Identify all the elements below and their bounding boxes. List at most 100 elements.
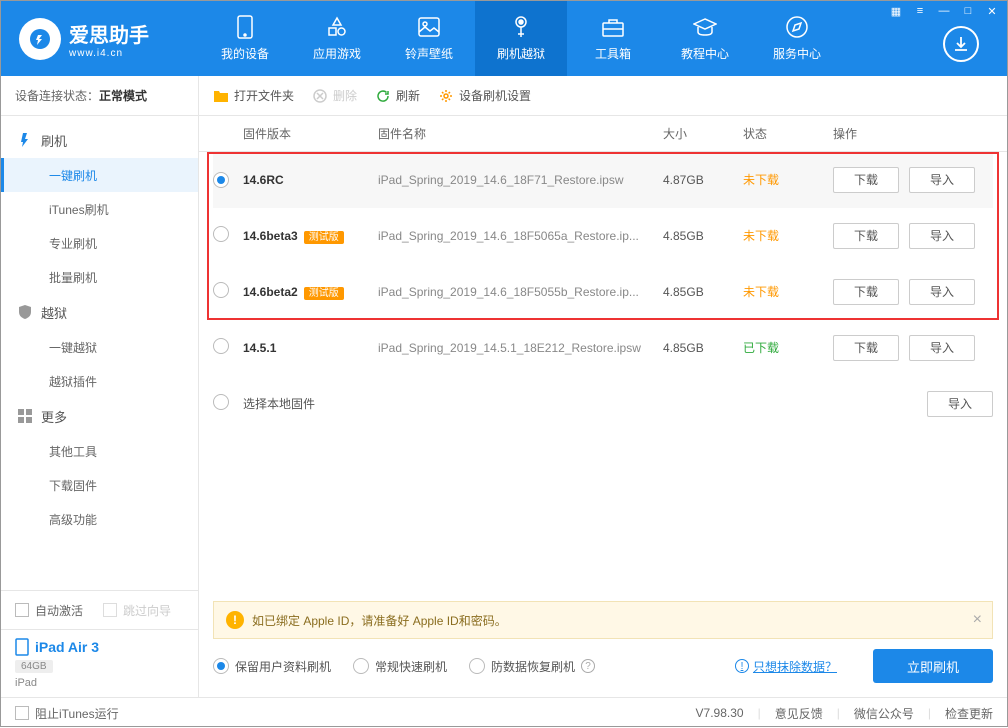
nav-service[interactable]: 服务中心 xyxy=(751,1,843,76)
minimize-icon[interactable]: — xyxy=(937,5,951,18)
nav-flash[interactable]: 刷机越狱 xyxy=(475,1,567,76)
maximize-icon[interactable]: □ xyxy=(961,5,975,18)
cell-state: 未下载 xyxy=(743,283,833,300)
top-nav: 我的设备 应用游戏 铃声壁纸 刷机越狱 工具箱 教程中心 服务中心 xyxy=(199,1,1007,76)
delete-button[interactable]: 删除 xyxy=(312,87,357,104)
radio-keep[interactable] xyxy=(213,658,229,674)
import-local-button[interactable]: 导入 xyxy=(927,391,993,417)
import-button[interactable]: 导入 xyxy=(909,167,975,193)
col-name: 固件名称 xyxy=(378,125,663,142)
auto-activate-row: 自动激活 跳过向导 xyxy=(1,591,198,629)
settings-button[interactable]: 设备刷机设置 xyxy=(438,87,531,104)
mode-fast[interactable]: 常规快速刷机 xyxy=(353,658,447,675)
radio-local[interactable] xyxy=(213,394,229,410)
check-update-link[interactable]: 检查更新 xyxy=(945,705,993,722)
sidebar-item-oneclick[interactable]: 一键刷机 xyxy=(1,158,198,192)
app-site: www.i4.cn xyxy=(69,48,149,59)
sidebar-item-download-fw[interactable]: 下载固件 xyxy=(1,468,198,502)
download-button[interactable]: 下载 xyxy=(833,223,899,249)
col-size: 大小 xyxy=(663,125,743,142)
import-button[interactable]: 导入 xyxy=(909,279,975,305)
auto-activate-checkbox[interactable] xyxy=(15,603,29,617)
sidebar-item-batch[interactable]: 批量刷机 xyxy=(1,260,198,294)
cell-state: 已下载 xyxy=(743,339,833,356)
close-icon[interactable]: ✕ xyxy=(985,5,999,18)
import-button[interactable]: 导入 xyxy=(909,335,975,361)
local-firmware-row: 选择本地固件 导入 xyxy=(213,376,993,432)
sidebar-group-flash[interactable]: 刷机 xyxy=(1,122,198,158)
radio-row[interactable] xyxy=(213,226,229,242)
main-panel: 打开文件夹 删除 刷新 设备刷机设置 固件版本 固件名称 大小 状态 操作 14… xyxy=(199,76,1007,697)
sidebar-item-advanced[interactable]: 高级功能 xyxy=(1,502,198,536)
table-row[interactable]: 14.6beta3测试版iPad_Spring_2019_14.6_18F506… xyxy=(213,208,993,264)
menu-icon[interactable]: ≡ xyxy=(913,5,927,18)
sidebar-item-jb-oneclick[interactable]: 一键越狱 xyxy=(1,330,198,364)
sidebar-group-more[interactable]: 更多 xyxy=(1,398,198,434)
device-info[interactable]: iPad Air 3 64GB iPad xyxy=(1,629,198,697)
help-icon[interactable]: ? xyxy=(581,659,595,673)
grid-icon[interactable]: ▦ xyxy=(889,5,903,18)
table-row[interactable]: 14.5.1iPad_Spring_2019_14.5.1_18E212_Res… xyxy=(213,320,993,376)
radio-fast[interactable] xyxy=(353,658,369,674)
download-button[interactable]: 下载 xyxy=(833,335,899,361)
block-itunes-checkbox[interactable] xyxy=(15,706,29,720)
mode-anti[interactable]: 防数据恢复刷机? xyxy=(469,658,595,675)
more-icon xyxy=(17,408,33,424)
feedback-link[interactable]: 意见反馈 xyxy=(775,705,823,722)
logo-icon xyxy=(19,18,61,60)
sidebar-item-itunes[interactable]: iTunes刷机 xyxy=(1,192,198,226)
table-row[interactable]: 14.6beta2测试版iPad_Spring_2019_14.6_18F505… xyxy=(213,264,993,320)
footer: 阻止iTunes运行 V7.98.30| 意见反馈| 微信公众号| 检查更新 xyxy=(1,697,1007,728)
refresh-icon xyxy=(375,88,391,104)
download-button[interactable]: 下载 xyxy=(833,167,899,193)
flash-icon xyxy=(17,132,33,148)
cell-name: iPad_Spring_2019_14.5.1_18E212_Restore.i… xyxy=(378,341,663,355)
nav-tutorials[interactable]: 教程中心 xyxy=(659,1,751,76)
mode-keep[interactable]: 保留用户资料刷机 xyxy=(213,658,331,675)
download-button[interactable]: 下载 xyxy=(833,279,899,305)
logo[interactable]: 爱思助手 www.i4.cn xyxy=(1,18,199,60)
erase-link[interactable]: !只想抹除数据？ xyxy=(735,658,837,675)
image-icon xyxy=(417,15,441,39)
nav-ringtones[interactable]: 铃声壁纸 xyxy=(383,1,475,76)
radio-row[interactable] xyxy=(213,282,229,298)
apps-icon xyxy=(325,15,349,39)
toolbox-icon xyxy=(601,15,625,39)
col-ops: 操作 xyxy=(833,125,993,142)
radio-row[interactable] xyxy=(213,338,229,354)
header: 爱思助手 www.i4.cn 我的设备 应用游戏 铃声壁纸 刷机越狱 工具箱 教… xyxy=(1,1,1007,76)
sidebar-item-other[interactable]: 其他工具 xyxy=(1,434,198,468)
skip-guide-checkbox[interactable] xyxy=(103,603,117,617)
start-flash-button[interactable]: 立即刷机 xyxy=(873,649,993,683)
gear-icon xyxy=(438,88,454,104)
table-row[interactable]: 14.6RCiPad_Spring_2019_14.6_18F71_Restor… xyxy=(213,152,993,208)
version-label: V7.98.30 xyxy=(696,706,744,720)
download-button[interactable] xyxy=(943,26,979,62)
beta-badge: 测试版 xyxy=(304,287,344,300)
refresh-button[interactable]: 刷新 xyxy=(375,87,420,104)
cell-version: 14.6beta3测试版 xyxy=(243,228,378,243)
sidebar-group-jailbreak[interactable]: 越狱 xyxy=(1,294,198,330)
app-name: 爱思助手 xyxy=(69,19,149,48)
sidebar-item-jb-plugins[interactable]: 越狱插件 xyxy=(1,364,198,398)
import-button[interactable]: 导入 xyxy=(909,223,975,249)
cell-version: 14.5.1 xyxy=(243,341,378,355)
warning-icon: ! xyxy=(226,611,244,629)
open-folder-button[interactable]: 打开文件夹 xyxy=(213,87,294,104)
cell-size: 4.85GB xyxy=(663,229,743,243)
nav-tools[interactable]: 工具箱 xyxy=(567,1,659,76)
window-controls: ▦ ≡ — □ ✕ xyxy=(889,5,999,18)
radio-anti[interactable] xyxy=(469,658,485,674)
radio-row[interactable] xyxy=(213,172,229,188)
sidebar-item-pro[interactable]: 专业刷机 xyxy=(1,226,198,260)
info-icon: ! xyxy=(735,659,749,673)
notice-close-button[interactable]: × xyxy=(973,611,982,629)
nav-my-device[interactable]: 我的设备 xyxy=(199,1,291,76)
cell-name: iPad_Spring_2019_14.6_18F5065a_Restore.i… xyxy=(378,229,663,243)
key-icon xyxy=(509,15,533,39)
compass-icon xyxy=(785,15,809,39)
cell-size: 4.85GB xyxy=(663,285,743,299)
nav-apps[interactable]: 应用游戏 xyxy=(291,1,383,76)
wechat-link[interactable]: 微信公众号 xyxy=(854,705,914,722)
mode-row: 保留用户资料刷机 常规快速刷机 防数据恢复刷机? !只想抹除数据？ 立即刷机 xyxy=(199,649,1007,697)
